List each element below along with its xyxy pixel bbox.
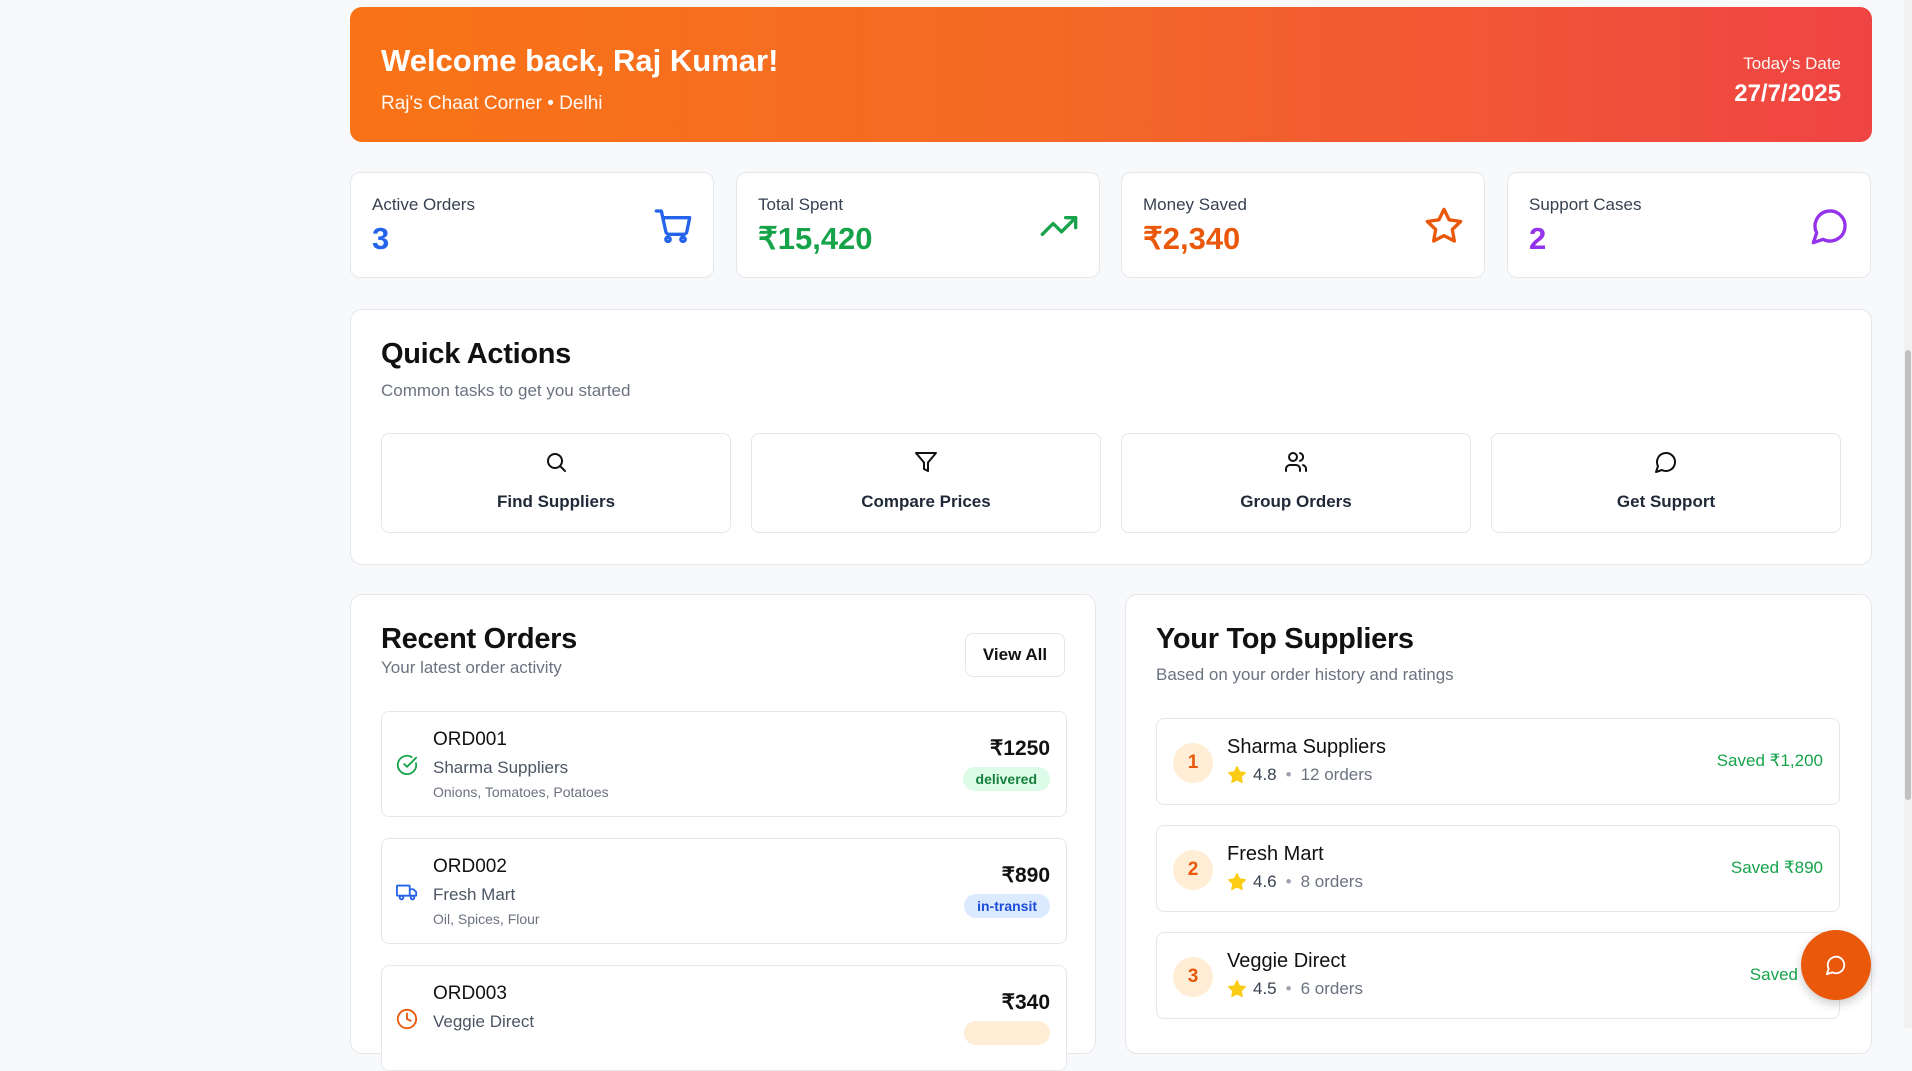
status-badge <box>964 1021 1050 1045</box>
quick-actions-subtitle: Common tasks to get you started <box>381 381 631 400</box>
stat-label: Money Saved <box>1143 195 1247 214</box>
stat-card-total-spent: Total Spent ₹15,420 <box>736 172 1100 278</box>
search-icon <box>547 453 566 472</box>
order-row[interactable]: ORD002 Fresh Mart Oil, Spices, Flour ₹89… <box>381 838 1067 944</box>
top-suppliers-card: Your Top Suppliers Based on your order h… <box>1125 594 1872 1054</box>
business-location: Raj's Chaat Corner • Delhi <box>381 93 603 114</box>
users-icon <box>1285 452 1308 472</box>
supplier-row[interactable]: 1 Sharma Suppliers 4.8 • 12 orders Saved… <box>1156 718 1840 805</box>
star-icon <box>1228 980 1246 998</box>
top-suppliers-subtitle: Based on your order history and ratings <box>1156 665 1454 684</box>
order-row[interactable]: ORD001 Sharma Suppliers Onions, Tomatoes… <box>381 711 1067 817</box>
order-items: Oil, Spices, Flour <box>433 911 540 927</box>
check-circle-icon <box>396 754 418 775</box>
supplier-rating: 4.5 <box>1253 979 1277 998</box>
recent-orders-title: Recent Orders <box>381 623 577 655</box>
separator-dot: • <box>1285 979 1292 998</box>
scrollbar-thumb[interactable] <box>1905 350 1911 800</box>
supplier-meta: 4.5 • 6 orders <box>1227 979 1363 999</box>
stat-value: ₹15,420 <box>758 221 873 256</box>
order-items: Onions, Tomatoes, Potatoes <box>433 784 609 800</box>
supplier-order-count: 6 orders <box>1300 979 1363 998</box>
action-label: Find Suppliers <box>496 492 616 511</box>
recent-orders-card: Recent Orders Your latest order activity… <box>350 594 1096 1071</box>
stat-card-support-cases: Support Cases 2 <box>1507 172 1871 278</box>
order-id: ORD001 <box>433 729 507 750</box>
welcome-heading: Welcome back, Raj Kumar! <box>381 43 779 78</box>
find-suppliers-button[interactable]: Find Suppliers <box>381 433 731 533</box>
order-id: ORD002 <box>433 856 507 877</box>
order-amount: ₹340 <box>1001 991 1050 1014</box>
supplier-rank: 1 <box>1173 743 1213 783</box>
order-id: ORD003 <box>433 983 507 1004</box>
stat-label: Total Spent <box>758 195 844 214</box>
stat-label: Support Cases <box>1529 195 1642 214</box>
message-circle-icon <box>1811 209 1847 245</box>
separator-dot: • <box>1285 872 1292 891</box>
order-supplier: Sharma Suppliers <box>433 758 569 777</box>
supplier-name: Veggie Direct <box>1227 950 1346 972</box>
stat-label: Active Orders <box>372 195 475 214</box>
supplier-savings: Saved ₹890 <box>1730 858 1823 877</box>
supplier-rank: 2 <box>1173 850 1213 890</box>
supplier-row[interactable]: 2 Fresh Mart 4.6 • 8 orders Saved ₹890 <box>1156 825 1840 912</box>
supplier-rating: 4.6 <box>1253 872 1277 891</box>
filter-icon <box>915 452 937 472</box>
order-supplier: Fresh Mart <box>433 885 516 904</box>
stat-card-active-orders: Active Orders 3 <box>350 172 714 278</box>
message-circle-icon <box>1655 452 1676 473</box>
current-date: 27/7/2025 <box>1734 80 1841 107</box>
action-label: Get Support <box>1616 492 1716 511</box>
status-badge: in-transit <box>964 894 1050 918</box>
star-icon <box>1425 207 1463 243</box>
supplier-meta: 4.6 • 8 orders <box>1227 872 1363 892</box>
quick-actions-card: Quick Actions Common tasks to get you st… <box>350 309 1872 565</box>
supplier-name: Fresh Mart <box>1227 843 1324 865</box>
supplier-savings: Saved ₹1,200 <box>1716 751 1823 770</box>
recent-orders-subtitle: Your latest order activity <box>381 658 562 677</box>
action-label: Group Orders <box>1240 492 1352 511</box>
supplier-rating: 4.8 <box>1253 765 1277 784</box>
stat-card-money-saved: Money Saved ₹2,340 <box>1121 172 1485 278</box>
status-badge: delivered <box>962 767 1050 791</box>
star-icon <box>1228 766 1246 784</box>
top-suppliers-title: Your Top Suppliers <box>1156 623 1414 655</box>
supplier-row[interactable]: 3 Veggie Direct 4.5 • 6 orders Saved ₹4 <box>1156 932 1840 1019</box>
supplier-order-count: 12 orders <box>1300 765 1373 784</box>
order-amount: ₹890 <box>1001 864 1050 887</box>
star-icon <box>1228 873 1246 891</box>
trending-up-icon <box>1040 216 1078 236</box>
quick-actions-title: Quick Actions <box>381 338 572 370</box>
stat-value: ₹2,340 <box>1143 221 1241 256</box>
welcome-banner: Welcome back, Raj Kumar! Raj's Chaat Cor… <box>350 7 1872 142</box>
supplier-meta: 4.8 • 12 orders <box>1227 765 1372 785</box>
supplier-name: Sharma Suppliers <box>1227 736 1386 758</box>
view-all-orders-button[interactable]: View All <box>965 633 1065 677</box>
stat-value: 2 <box>1529 221 1547 256</box>
clock-icon <box>396 1008 418 1030</box>
get-support-button[interactable]: Get Support <box>1491 433 1841 533</box>
supplier-rank: 3 <box>1173 957 1213 997</box>
separator-dot: • <box>1285 765 1292 784</box>
truck-icon <box>396 884 418 901</box>
chat-support-button[interactable] <box>1801 930 1871 1000</box>
stat-value: 3 <box>372 221 390 256</box>
supplier-order-count: 8 orders <box>1300 872 1363 891</box>
order-supplier: Veggie Direct <box>433 1012 535 1031</box>
order-row[interactable]: ORD003 Veggie Direct ₹340 <box>381 965 1067 1071</box>
message-circle-icon <box>1825 955 1846 976</box>
group-orders-button[interactable]: Group Orders <box>1121 433 1471 533</box>
date-label: Today's Date <box>1743 54 1841 73</box>
compare-prices-button[interactable]: Compare Prices <box>751 433 1101 533</box>
cart-icon <box>654 209 692 244</box>
action-label: Compare Prices <box>861 492 991 511</box>
order-amount: ₹1250 <box>989 737 1050 760</box>
